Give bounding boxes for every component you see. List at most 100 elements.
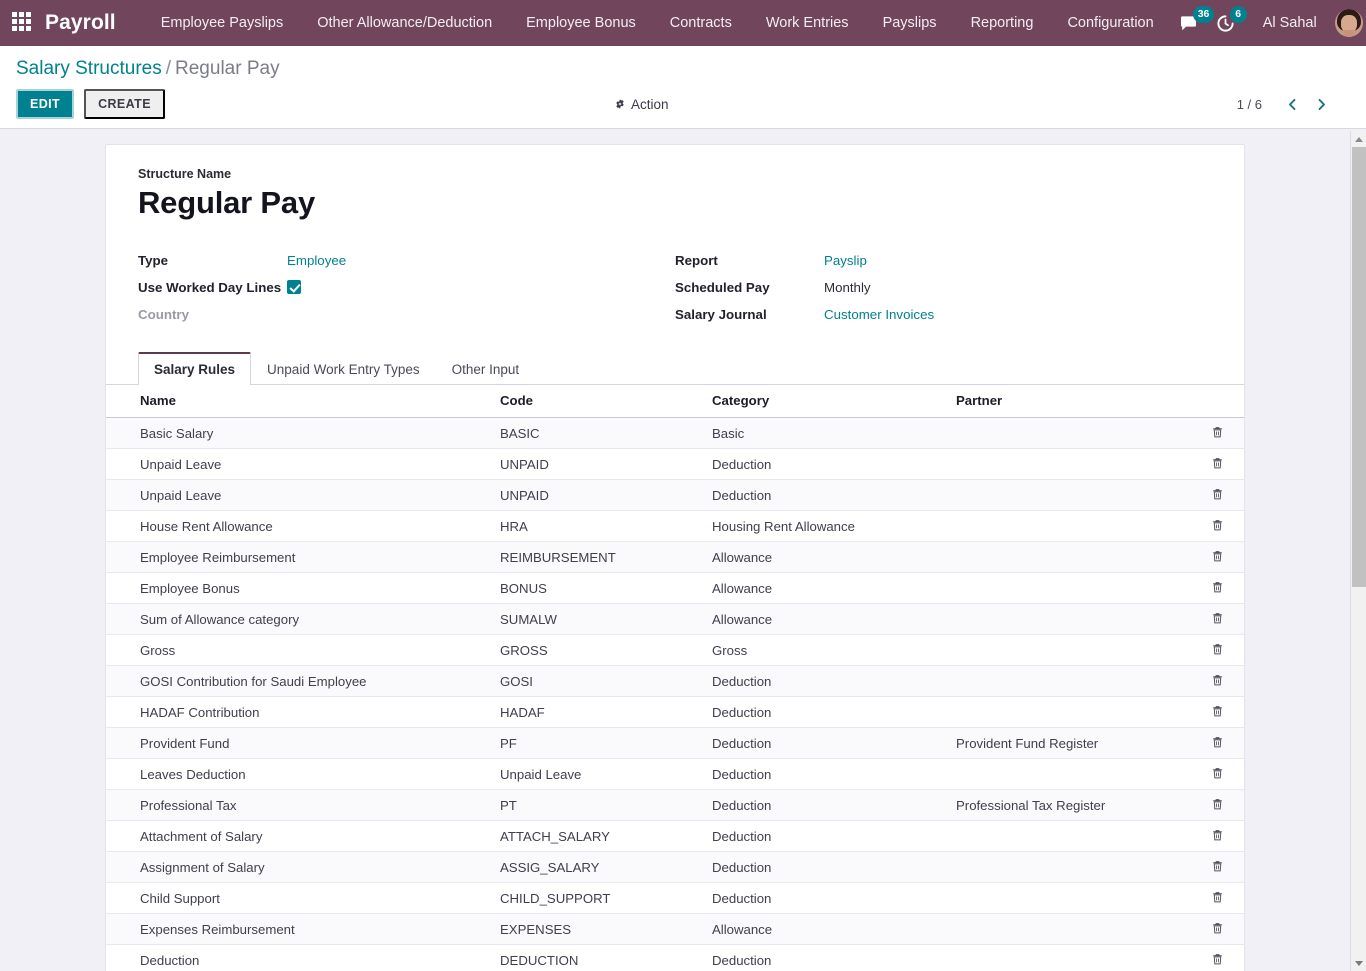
cell-category[interactable]: Deduction bbox=[704, 697, 948, 728]
column-header-category[interactable]: Category bbox=[704, 385, 948, 418]
cell-partner[interactable]: Provident Fund Register bbox=[948, 728, 1203, 759]
cell-code[interactable]: UNPAID bbox=[492, 480, 704, 511]
cell-code[interactable]: BASIC bbox=[492, 418, 704, 449]
cell-name[interactable]: Deduction bbox=[106, 945, 492, 971]
table-row[interactable]: Unpaid LeaveUNPAIDDeduction bbox=[106, 480, 1244, 511]
app-brand-payroll[interactable]: Payroll bbox=[45, 11, 116, 35]
use-worked-day-lines-checkbox[interactable] bbox=[287, 280, 301, 294]
menu-item-employee-payslips[interactable]: Employee Payslips bbox=[144, 0, 301, 46]
table-row[interactable]: Employee BonusBONUSAllowance bbox=[106, 573, 1244, 604]
field-report-value[interactable]: Payslip bbox=[824, 249, 867, 271]
cell-partner[interactable] bbox=[948, 480, 1203, 511]
table-row[interactable]: GrossGROSSGross bbox=[106, 635, 1244, 666]
trash-icon[interactable] bbox=[1211, 797, 1224, 811]
column-header-code[interactable]: Code bbox=[492, 385, 704, 418]
table-row[interactable]: DeductionDEDUCTIONDeduction bbox=[106, 945, 1244, 971]
trash-icon[interactable] bbox=[1211, 425, 1224, 439]
cell-partner[interactable] bbox=[948, 635, 1203, 666]
column-header-name[interactable]: Name bbox=[106, 385, 492, 418]
cell-partner[interactable] bbox=[948, 821, 1203, 852]
cell-partner[interactable] bbox=[948, 852, 1203, 883]
cell-code[interactable]: EXPENSES bbox=[492, 914, 704, 945]
menu-item-reporting[interactable]: Reporting bbox=[954, 0, 1051, 46]
menu-item-employee-bonus[interactable]: Employee Bonus bbox=[509, 0, 653, 46]
cell-partner[interactable] bbox=[948, 697, 1203, 728]
cell-partner[interactable] bbox=[948, 666, 1203, 697]
cell-partner[interactable] bbox=[948, 604, 1203, 635]
cell-name[interactable]: Basic Salary bbox=[106, 418, 492, 449]
trash-icon[interactable] bbox=[1211, 487, 1224, 501]
trash-icon[interactable] bbox=[1211, 704, 1224, 718]
cell-category[interactable]: Deduction bbox=[704, 480, 948, 511]
cell-code[interactable]: CHILD_SUPPORT bbox=[492, 883, 704, 914]
pager-previous-button[interactable] bbox=[1279, 91, 1305, 117]
cell-name[interactable]: Sum of Allowance category bbox=[106, 604, 492, 635]
cell-name[interactable]: HADAF Contribution bbox=[106, 697, 492, 728]
trash-icon[interactable] bbox=[1211, 735, 1224, 749]
trash-icon[interactable] bbox=[1211, 859, 1224, 873]
apps-grid-icon[interactable] bbox=[12, 12, 31, 34]
trash-icon[interactable] bbox=[1211, 921, 1224, 935]
cell-category[interactable]: Deduction bbox=[704, 666, 948, 697]
table-row[interactable]: Expenses ReimbursementEXPENSESAllowance bbox=[106, 914, 1244, 945]
field-type-value[interactable]: Employee bbox=[287, 249, 346, 271]
create-button[interactable]: CREATE bbox=[84, 89, 165, 119]
cell-code[interactable]: ASSIG_SALARY bbox=[492, 852, 704, 883]
table-row[interactable]: Leaves DeductionUnpaid LeaveDeduction bbox=[106, 759, 1244, 790]
table-row[interactable]: Provident FundPFDeductionProvident Fund … bbox=[106, 728, 1244, 759]
cell-name[interactable]: Attachment of Salary bbox=[106, 821, 492, 852]
cell-code[interactable]: SUMALW bbox=[492, 604, 704, 635]
vertical-scrollbar[interactable] bbox=[1350, 131, 1366, 971]
cell-name[interactable]: Employee Reimbursement bbox=[106, 542, 492, 573]
cell-code[interactable]: Unpaid Leave bbox=[492, 759, 704, 790]
table-row[interactable]: HADAF ContributionHADAFDeduction bbox=[106, 697, 1244, 728]
cell-partner[interactable] bbox=[948, 914, 1203, 945]
cell-category[interactable]: Allowance bbox=[704, 914, 948, 945]
cell-code[interactable]: GOSI bbox=[492, 666, 704, 697]
tab-other-input[interactable]: Other Input bbox=[436, 352, 536, 385]
breadcrumb-parent-salary-structures[interactable]: Salary Structures bbox=[16, 58, 162, 79]
cell-partner[interactable] bbox=[948, 573, 1203, 604]
cell-partner[interactable] bbox=[948, 945, 1203, 971]
cell-partner[interactable] bbox=[948, 511, 1203, 542]
cell-code[interactable]: HADAF bbox=[492, 697, 704, 728]
menu-item-contracts[interactable]: Contracts bbox=[653, 0, 749, 46]
trash-icon[interactable] bbox=[1211, 611, 1224, 625]
table-row[interactable]: Unpaid LeaveUNPAIDDeduction bbox=[106, 449, 1244, 480]
table-row[interactable]: House Rent AllowanceHRAHousing Rent Allo… bbox=[106, 511, 1244, 542]
cell-category[interactable]: Deduction bbox=[704, 852, 948, 883]
tab-unpaid-work-entry-types[interactable]: Unpaid Work Entry Types bbox=[251, 352, 436, 385]
trash-icon[interactable] bbox=[1211, 549, 1224, 563]
cell-code[interactable]: HRA bbox=[492, 511, 704, 542]
cell-name[interactable]: Provident Fund bbox=[106, 728, 492, 759]
cell-category[interactable]: Allowance bbox=[704, 604, 948, 635]
cell-code[interactable]: ATTACH_SALARY bbox=[492, 821, 704, 852]
menu-item-other-allowance-deduction[interactable]: Other Allowance/Deduction bbox=[300, 0, 509, 46]
menu-item-configuration[interactable]: Configuration bbox=[1050, 0, 1170, 46]
edit-button[interactable]: EDIT bbox=[16, 89, 74, 119]
company-switcher[interactable]: Al Sahal bbox=[1245, 0, 1331, 46]
cell-name[interactable]: Unpaid Leave bbox=[106, 449, 492, 480]
menu-item-payslips[interactable]: Payslips bbox=[866, 0, 954, 46]
cell-name[interactable]: Child Support bbox=[106, 883, 492, 914]
table-row[interactable]: GOSI Contribution for Saudi EmployeeGOSI… bbox=[106, 666, 1244, 697]
cell-partner[interactable] bbox=[948, 759, 1203, 790]
trash-icon[interactable] bbox=[1211, 518, 1224, 532]
cell-name[interactable]: House Rent Allowance bbox=[106, 511, 492, 542]
column-header-partner[interactable]: Partner bbox=[948, 385, 1203, 418]
scrollbar-thumb[interactable] bbox=[1352, 147, 1366, 587]
cell-name[interactable]: Professional Tax bbox=[106, 790, 492, 821]
cell-code[interactable]: PT bbox=[492, 790, 704, 821]
cell-code[interactable]: DEDUCTION bbox=[492, 945, 704, 971]
cell-category[interactable]: Allowance bbox=[704, 542, 948, 573]
cell-category[interactable]: Housing Rent Allowance bbox=[704, 511, 948, 542]
trash-icon[interactable] bbox=[1211, 766, 1224, 780]
trash-icon[interactable] bbox=[1211, 673, 1224, 687]
cell-name[interactable]: Unpaid Leave bbox=[106, 480, 492, 511]
cell-category[interactable]: Allowance bbox=[704, 573, 948, 604]
cell-category[interactable]: Deduction bbox=[704, 945, 948, 971]
cell-category[interactable]: Deduction bbox=[704, 790, 948, 821]
cell-code[interactable]: UNPAID bbox=[492, 449, 704, 480]
cell-name[interactable]: Assignment of Salary bbox=[106, 852, 492, 883]
cell-category[interactable]: Deduction bbox=[704, 883, 948, 914]
